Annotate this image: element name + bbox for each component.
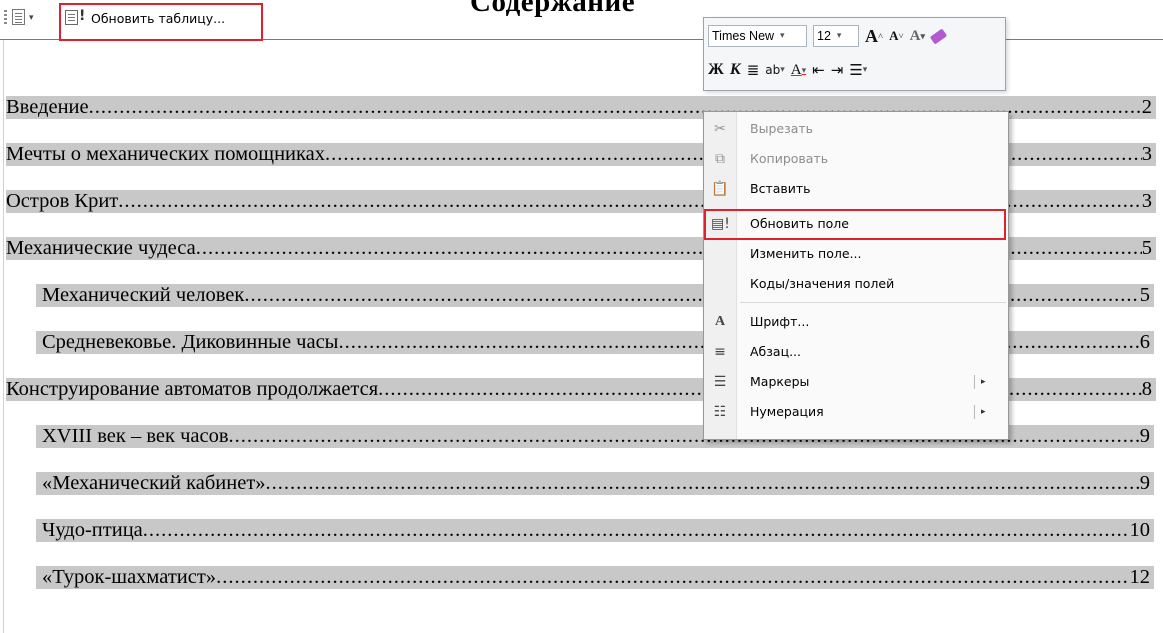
toc-entry-title: Средневековье. Диковинные часы [42,331,339,353]
toc-entry[interactable]: «Турок-шахматист» 12 [36,564,1154,591]
bullets-icon: ☰ [713,374,727,390]
chevron-down-icon: ▾ [780,31,785,41]
menu-item-label: Шрифт... [750,314,810,329]
menu-item-paste[interactable]: 📋 Вставить [704,175,1008,203]
toc-entry-page: 2 [1141,96,1152,118]
font-name-value: Times New [712,29,775,43]
toc-entry-page: 9 [1139,425,1150,447]
toc-entry-page: 10 [1129,519,1151,541]
toc-entry-page: 5 [1141,237,1152,259]
toc-entry-title: «Механический кабинет» [42,472,266,494]
toc-entry-title: Чудо-птица [42,519,143,541]
chevron-down-icon: ▾ [836,31,842,41]
toc-entry-page: 5 [1139,284,1150,306]
document-left-border [3,40,4,633]
shrink-font-button[interactable]: A ˅ [889,25,904,47]
mini-formatting-toolbar: Times New ▾ 12 ▾ A ˄ A ˅ A ▾ Ж К ≣ ab ▾ A ▾ ⇤… [703,17,1006,91]
toc-leader-dots [266,472,1140,495]
font-color-button[interactable]: A ▾ [791,59,806,81]
menu-item-label: Вырезать [750,121,814,136]
update-table-button[interactable]: ! Обновить таблицу... [59,3,263,41]
toc-entry-page: 6 [1139,331,1150,353]
toc-entry-title: XVIII век – век часов [42,425,229,447]
update-table-label: Обновить таблицу... [91,10,226,26]
grow-font-button[interactable]: A ˄ [865,25,883,47]
toc-entry-title: Конструирование автоматов продолжается [6,378,379,400]
paste-icon: 📋 [711,181,729,197]
submenu-arrow-icon: ▸ [974,375,986,389]
update-field-highlight [704,209,1006,240]
toc-entry-page: 3 [1141,143,1152,165]
italic-button[interactable]: К [730,59,741,81]
menu-item-bullets[interactable]: ☰ Маркеры ▸ [704,368,1008,396]
numbering-icon: ☷ [713,404,727,420]
menu-item-label: Маркеры [750,374,810,389]
toc-entry-title: Механические чудеса [6,237,196,259]
menu-item-label: Изменить поле... [750,246,862,261]
bold-button[interactable]: Ж [708,59,724,81]
menu-item-label: Коды/значения полей [750,276,895,291]
scissors-icon: ✂ [714,121,726,137]
toolbar-grip-icon[interactable] [4,10,7,24]
format-painter-button[interactable] [929,25,948,47]
toc-leader-dots [143,519,1130,542]
menu-item-label: Нумерация [750,404,824,419]
update-table-icon: ! [65,8,87,26]
toc-entry[interactable]: Чудо-птица 10 [36,517,1154,544]
toc-leader-dots [216,566,1129,589]
menu-item-paragraph[interactable]: ≡ Абзац... [704,338,1008,366]
context-menu: ✂ Вырезать ⧉ Копировать 📋 Вставить ▤! Обновить … [703,111,1009,440]
toc-entry[interactable]: «Механический кабинет» 9 [36,470,1154,497]
styles-button[interactable]: A ▾ [910,25,925,47]
menu-item-label: Копировать [750,151,829,166]
format-painter-icon [929,28,948,44]
toc-entry-page: 3 [1141,190,1152,212]
menu-item-numbering[interactable]: ☷ Нумерация ▸ [704,398,1008,426]
font-name-select[interactable]: Times New ▾ [708,25,807,47]
toc-entry-title: Мечты о механических помощниках [6,143,326,165]
center-align-button[interactable]: ≣ [747,59,760,81]
menu-separator [740,302,1006,303]
font-size-value: 12 [817,29,831,43]
menu-item-label: Абзац... [750,344,801,359]
toc-entry-page: 9 [1139,472,1150,494]
font-icon: A [714,314,726,329]
font-size-select[interactable]: 12 ▾ [813,25,859,47]
increase-indent-button[interactable]: ⇥ [831,59,844,81]
menu-item-cut[interactable]: ✂ Вырезать [704,115,1008,143]
highlight-button[interactable]: ab ▾ [765,59,785,81]
menu-item-label: Вставить [750,181,811,196]
paragraph-icon: ≡ [714,344,726,360]
menu-item-font[interactable]: A Шрифт... [704,308,1008,336]
bullets-button[interactable]: ☰ ▾ [849,59,867,81]
toc-menu-dropdown-icon[interactable]: ▾ [29,13,34,23]
menu-item-toggle-field-codes[interactable]: Коды/значения полей [704,270,1008,298]
decrease-indent-button[interactable]: ⇤ [812,59,825,81]
toc-entry-page: 12 [1129,566,1151,588]
toc-entry-title: Введение [6,96,89,118]
menu-item-edit-field[interactable]: Изменить поле... [704,240,1008,268]
toc-document-icon[interactable] [12,9,25,25]
submenu-arrow-icon: ▸ [974,405,986,419]
copy-icon: ⧉ [715,151,725,167]
toc-entry-page: 8 [1141,378,1152,400]
toc-entry-title: Остров Крит [6,190,119,212]
toc-entry-title: «Турок-шахматист» [42,566,217,588]
toc-entry-title: Механический человек [42,284,245,306]
menu-item-copy[interactable]: ⧉ Копировать [704,145,1008,173]
